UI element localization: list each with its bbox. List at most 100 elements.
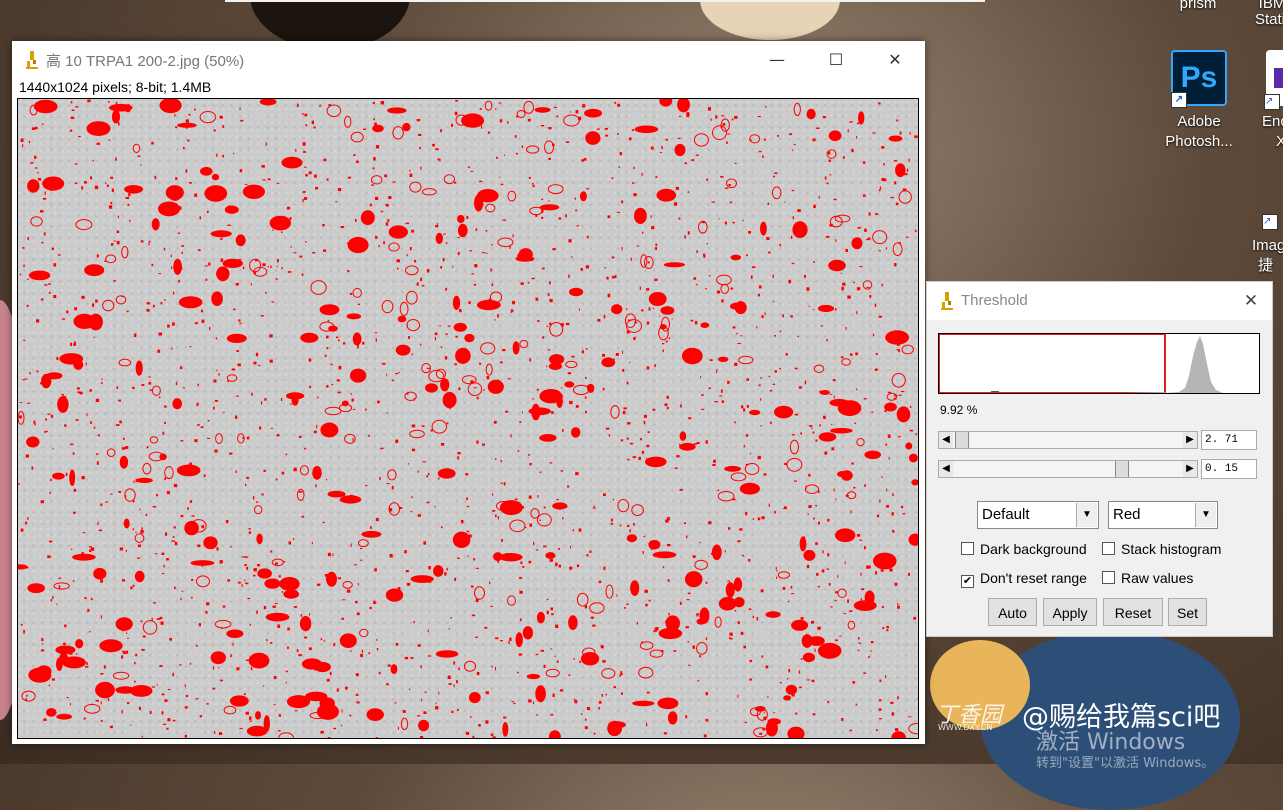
desktop-icon-photoshop[interactable]: Ps ↗ Adobe Photosh... bbox=[1159, 50, 1239, 152]
overlay-speckle bbox=[726, 142, 728, 144]
slider-right-arrow-icon[interactable]: ▶ bbox=[1183, 461, 1197, 477]
overlay-speckle bbox=[279, 714, 281, 717]
overlay-speckle bbox=[830, 174, 832, 175]
overlay-speckle bbox=[141, 649, 144, 651]
overlay-ring bbox=[717, 275, 732, 285]
histogram[interactable] bbox=[938, 333, 1260, 394]
overlay-blob bbox=[911, 479, 918, 485]
maximize-button[interactable]: ☐ bbox=[816, 47, 856, 73]
slider-left-arrow-icon[interactable]: ◀ bbox=[939, 432, 953, 448]
overlay-speckle bbox=[49, 685, 50, 687]
overlay-speckle bbox=[500, 361, 502, 363]
stack-histogram-checkbox[interactable]: Stack histogram bbox=[1102, 540, 1221, 558]
overlay-speckle bbox=[264, 398, 266, 401]
display-color-select[interactable]: Red ▼ bbox=[1108, 501, 1218, 529]
threshold-titlebar[interactable]: Threshold ✕ bbox=[927, 282, 1272, 320]
apply-button[interactable]: Apply bbox=[1043, 598, 1097, 626]
checkmark-icon[interactable]: ✔ bbox=[961, 575, 974, 588]
overlay-speckle bbox=[486, 253, 488, 254]
overlay-speckle bbox=[774, 511, 776, 514]
image-window[interactable]: 高 10 TRPA1 200-2.jpg (50%) — ☐ ✕ 1440x10… bbox=[12, 41, 925, 744]
overlay-speckle bbox=[541, 217, 543, 219]
overlay-speckle bbox=[762, 155, 764, 158]
slider-thumb[interactable] bbox=[955, 432, 969, 448]
desktop-label-prism[interactable]: prism bbox=[1158, 0, 1238, 14]
checkbox-box[interactable] bbox=[1102, 542, 1115, 555]
overlay-speckle bbox=[586, 188, 589, 189]
set-button[interactable]: Set bbox=[1168, 598, 1207, 626]
overlay-speckle bbox=[326, 385, 328, 388]
overlay-speckle bbox=[309, 647, 312, 650]
upper-threshold-slider[interactable]: ◀ ▶ bbox=[938, 460, 1198, 478]
overlay-speckle bbox=[20, 274, 21, 276]
overlay-speckle bbox=[551, 607, 554, 610]
lower-threshold-slider[interactable]: ◀ ▶ bbox=[938, 431, 1198, 449]
slider-left-arrow-icon[interactable]: ◀ bbox=[939, 461, 953, 477]
overlay-blob bbox=[818, 643, 842, 659]
close-button[interactable]: ✕ bbox=[875, 47, 915, 73]
overlay-speckle bbox=[327, 178, 329, 180]
overlay-speckle bbox=[373, 118, 375, 120]
overlay-blob bbox=[635, 126, 659, 134]
upper-threshold-value[interactable]: 0. 15 bbox=[1201, 459, 1257, 479]
overlay-ring bbox=[215, 620, 231, 628]
overlay-speckle bbox=[529, 561, 532, 564]
overlay-speckle bbox=[547, 599, 549, 600]
overlay-speckle bbox=[113, 280, 116, 281]
overlay-speckle bbox=[751, 276, 753, 279]
overlay-speckle bbox=[883, 163, 885, 165]
overlay-speckle bbox=[294, 606, 297, 608]
overlay-ring bbox=[300, 466, 308, 475]
overlay-blob bbox=[719, 597, 737, 611]
slider-right-arrow-icon[interactable]: ▶ bbox=[1183, 432, 1197, 448]
desktop-icon-imag[interactable]: ↗ Imag 捷 bbox=[1252, 214, 1283, 276]
dont-reset-range-checkbox[interactable]: ✔Don't reset range bbox=[961, 569, 1087, 588]
overlay-speckle bbox=[127, 638, 129, 639]
overlay-speckle bbox=[87, 100, 90, 103]
desktop-icon-enc[interactable]: ↗ Enc X bbox=[1248, 50, 1283, 152]
overlay-speckle bbox=[196, 645, 198, 647]
overlay-blob bbox=[571, 427, 580, 438]
minimize-button[interactable]: — bbox=[757, 47, 797, 73]
lower-threshold-value[interactable]: 2. 71 bbox=[1201, 430, 1257, 450]
overlay-speckle bbox=[392, 380, 394, 382]
image-window-titlebar[interactable]: 高 10 TRPA1 200-2.jpg (50%) — ☐ ✕ bbox=[12, 41, 925, 79]
desktop-label-stati[interactable]: Stati bbox=[1240, 10, 1283, 30]
reset-button[interactable]: Reset bbox=[1103, 598, 1163, 626]
overlay-speckle bbox=[199, 623, 201, 626]
overlay-speckle bbox=[421, 699, 422, 702]
overlay-speckle bbox=[758, 116, 761, 117]
method-select[interactable]: Default ▼ bbox=[977, 501, 1099, 529]
overlay-speckle bbox=[268, 178, 271, 180]
chevron-down-icon[interactable]: ▼ bbox=[1195, 503, 1216, 527]
overlay-speckle bbox=[143, 636, 146, 638]
auto-button[interactable]: Auto bbox=[988, 598, 1037, 626]
threshold-dialog[interactable]: Threshold ✕ 9.92 % ◀ ▶ 2. 71 ◀ ▶ 0. 15 D… bbox=[926, 281, 1273, 637]
overlay-speckle bbox=[261, 315, 264, 317]
overlay-blob bbox=[802, 634, 813, 648]
overlay-speckle bbox=[85, 666, 89, 668]
overlay-speckle bbox=[126, 197, 130, 199]
overlay-blob bbox=[660, 306, 674, 315]
overlay-speckle bbox=[642, 232, 643, 234]
overlay-speckle bbox=[568, 239, 571, 242]
overlay-speckle bbox=[813, 138, 816, 141]
overlay-speckle bbox=[209, 327, 210, 330]
chevron-down-icon[interactable]: ▼ bbox=[1076, 503, 1097, 527]
overlay-speckle bbox=[476, 568, 479, 569]
overlay-speckle bbox=[586, 265, 589, 268]
overlay-speckle bbox=[856, 388, 857, 390]
overlay-ring bbox=[632, 505, 644, 516]
overlay-ring bbox=[125, 489, 135, 501]
checkbox-box[interactable] bbox=[1102, 571, 1115, 584]
slider-thumb[interactable] bbox=[1115, 461, 1129, 477]
overlay-speckle bbox=[701, 394, 703, 396]
overlay-speckle bbox=[426, 475, 428, 477]
raw-values-checkbox[interactable]: Raw values bbox=[1102, 569, 1193, 587]
dark-background-checkbox[interactable]: Dark background bbox=[961, 540, 1087, 558]
threshold-close-button[interactable]: ✕ bbox=[1238, 288, 1264, 314]
overlay-blob bbox=[500, 500, 523, 515]
overlay-speckle bbox=[579, 528, 582, 531]
checkbox-box[interactable] bbox=[961, 542, 974, 555]
image-canvas[interactable] bbox=[17, 98, 919, 739]
